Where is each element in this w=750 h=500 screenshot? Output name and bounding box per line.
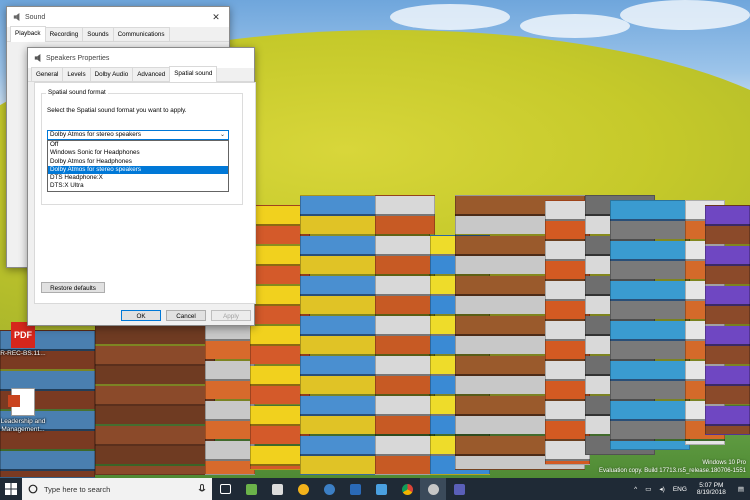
windows-logo-icon (5, 483, 17, 495)
presentation-file-icon (8, 388, 35, 416)
spatial-sound-pane: Spatial sound format Select the Spatial … (34, 82, 256, 304)
speakers-titlebar[interactable]: Speakers Properties (28, 48, 254, 68)
ok-button[interactable]: OK (121, 310, 161, 321)
chrome-icon[interactable] (394, 478, 420, 500)
network-icon[interactable]: ▭ (641, 485, 655, 493)
search-placeholder: Type here to search (44, 484, 111, 494)
calculator-icon[interactable] (264, 478, 290, 500)
desktop-icon-label: R-REC-BS.11... (0, 350, 46, 357)
desktop-icon-pdf[interactable]: PDF R-REC-BS.11... (0, 322, 46, 358)
tab-levels[interactable]: Levels (62, 67, 91, 81)
window-title: Speakers Properties (46, 54, 110, 62)
apply-button[interactable]: Apply (211, 310, 251, 321)
tab-dolby-audio[interactable]: Dolby Audio (89, 67, 134, 81)
instruction-text: Select the Spatial sound format you want… (47, 107, 187, 114)
notes-app-icon[interactable] (238, 478, 264, 500)
tab-general[interactable]: General (31, 67, 64, 81)
dropdown-option-off[interactable]: Off (48, 141, 228, 149)
tab-sounds[interactable]: Sounds (82, 27, 114, 41)
selected-format: Dolby Atmos for stereo speakers (50, 131, 141, 138)
dropdown-option-dolby-headphones[interactable]: Dolby Atmos for Headphones (48, 158, 228, 166)
evaluation-watermark: Windows 10 Pro Evaluation copy. Build 17… (599, 460, 746, 476)
taskbar-search[interactable]: Type here to search (22, 478, 212, 500)
globe-app-icon[interactable] (316, 478, 342, 500)
watermark-line2: Evaluation copy. Build 17713.rs5_release… (599, 467, 746, 474)
chat-app-icon[interactable] (342, 478, 368, 500)
sound-tabs: Playback Recording Sounds Communications (7, 26, 229, 42)
settings-app-icon[interactable] (446, 478, 472, 500)
clock-date: 8/19/2018 (696, 489, 726, 496)
volume-icon[interactable]: ◂) (655, 485, 668, 493)
microphone-icon[interactable] (198, 484, 206, 494)
chevron-down-icon[interactable]: ⌄ (220, 131, 225, 139)
start-button[interactable] (0, 478, 22, 500)
close-icon[interactable]: ✕ (209, 12, 223, 23)
tab-spatial-sound[interactable]: Spatial sound (169, 66, 218, 82)
store-app-icon[interactable] (368, 478, 394, 500)
task-view-icon[interactable] (212, 478, 238, 500)
dropdown-option-dolby-stereo[interactable]: Dolby Atmos for stereo speakers (48, 165, 228, 175)
spatial-format-dropdown-list: Off Windows Sonic for Headphones Dolby A… (47, 140, 229, 192)
desktop-icon-label: Leadership and Management... (0, 418, 46, 433)
dropdown-option-dtsx-ultra[interactable]: DTS:X Ultra (48, 182, 228, 190)
watermark-line1: Windows 10 Pro (702, 460, 746, 466)
chevron-up-icon[interactable]: ^ (630, 486, 641, 493)
speaker-icon (34, 54, 41, 62)
speaker-icon (13, 13, 20, 21)
spatial-format-select[interactable]: Dolby Atmos for stereo speakers ⌄ (47, 130, 229, 140)
speakers-properties-dialog: Speakers Properties General Levels Dolby… (27, 47, 256, 326)
sound-app-icon[interactable] (420, 478, 446, 500)
weather-icon[interactable] (290, 478, 316, 500)
tab-recording[interactable]: Recording (44, 27, 84, 41)
notification-icon[interactable]: ▤ (732, 485, 750, 493)
tab-playback[interactable]: Playback (10, 26, 46, 42)
window-title: Sound (25, 13, 46, 21)
tab-communications[interactable]: Communications (112, 27, 170, 41)
sound-titlebar[interactable]: Sound ✕ (7, 7, 229, 27)
group-label: Spatial sound format (46, 89, 108, 96)
search-icon (28, 484, 38, 494)
clock[interactable]: 5:07 PM 8/19/2018 (691, 482, 732, 497)
speakers-tabs: General Levels Dolby Audio Advanced Spat… (28, 66, 254, 82)
clock-time: 5:07 PM (699, 481, 724, 489)
language-indicator[interactable]: ENG (669, 486, 691, 493)
system-tray: ^ ▭ ◂) ENG 5:07 PM 8/19/2018 ▤ (630, 478, 750, 500)
tab-advanced[interactable]: Advanced (132, 67, 171, 81)
cancel-button[interactable]: Cancel (166, 310, 206, 321)
desktop-icon-presentation[interactable]: Leadership and Management... (0, 388, 46, 434)
dropdown-option-dts-headphone[interactable]: DTS Headphone:X (48, 174, 228, 182)
taskbar: Type here to search ^ ▭ ◂) ENG 5:07 PM 8… (0, 478, 750, 500)
dropdown-option-windows-sonic[interactable]: Windows Sonic for Headphones (48, 149, 228, 157)
restore-defaults-button[interactable]: Restore defaults (41, 282, 105, 293)
